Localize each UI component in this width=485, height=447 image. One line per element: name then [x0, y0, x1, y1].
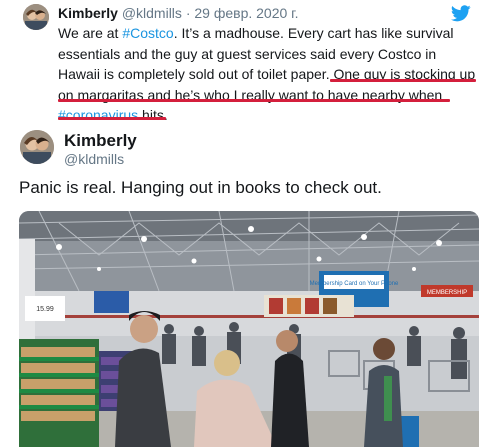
quoted-text-part1: We are at [58, 25, 123, 41]
highlight-underline-1 [330, 79, 476, 82]
pillar-price-text: 15.99 [36, 306, 54, 313]
highlight-underline-2 [58, 99, 450, 102]
quoted-display-name[interactable]: Kimberly [58, 5, 118, 21]
quoted-tweet-text: We are at #Costco. It’s a madhouse. Ever… [58, 23, 478, 126]
main-tweet-text: Panic is real. Hanging out in books to c… [19, 178, 382, 197]
sign-right-text: MEMBERSHIP [427, 290, 467, 296]
quoted-separator: · [185, 5, 191, 21]
hashtag-coronavirus[interactable]: #coronavirus [58, 107, 138, 123]
quoted-tweet[interactable]: Kimberly @kldmills · 29 февр. 2020 г. We… [0, 0, 485, 123]
quoted-avatar[interactable] [23, 4, 49, 30]
main-display-name[interactable]: Kimberly [64, 131, 137, 151]
quoted-date[interactable]: 29 февр. 2020 г. [194, 5, 298, 21]
sign-membership-text: Membership Card on Your Phone [310, 281, 399, 287]
tweet-photo[interactable]: Membership Card on Your Phone MEMBERSHIP… [19, 211, 479, 447]
quoted-header: Kimberly @kldmills · 29 февр. 2020 г. [58, 5, 298, 21]
highlight-underline-3 [58, 117, 166, 120]
quoted-handle[interactable]: @kldmills [122, 5, 182, 21]
twitter-bird-icon[interactable] [450, 5, 471, 22]
highlighted-text-part2: hits. [138, 107, 168, 123]
main-avatar[interactable] [20, 130, 54, 164]
main-handle[interactable]: @kldmills [64, 151, 124, 167]
hashtag-costco[interactable]: #Costco [122, 25, 173, 41]
store-checkout-photo: Membership Card on Your Phone MEMBERSHIP… [19, 211, 479, 447]
